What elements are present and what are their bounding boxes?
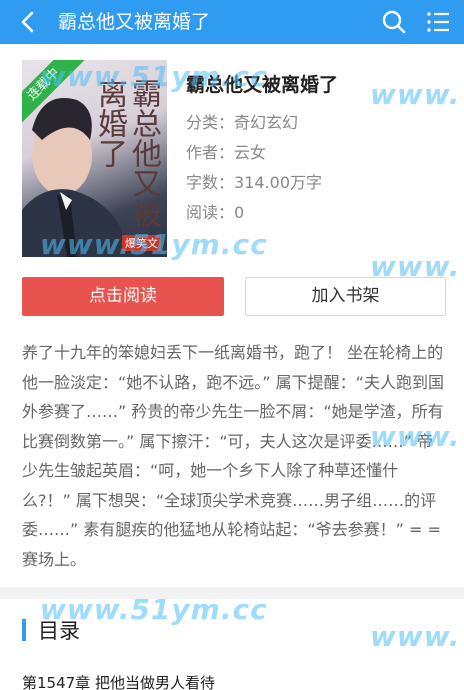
- book-category: 分类：奇幻玄幻: [186, 109, 298, 133]
- top-nav-bar: 霸总他又被离婚了: [0, 0, 464, 44]
- book-reads: 阅读：0: [186, 199, 244, 223]
- book-title: 霸总他又被离婚了: [186, 74, 339, 96]
- reads-label: 阅读：: [186, 203, 235, 222]
- toc-heading[interactable]: 目录: [38, 615, 80, 645]
- watermark: www.: [370, 78, 461, 111]
- section-divider: [0, 587, 464, 599]
- category-label: 分类：: [186, 113, 235, 132]
- category-value: 奇幻玄幻: [234, 113, 299, 132]
- chevron-left-icon[interactable]: [14, 8, 42, 36]
- search-icon[interactable]: [380, 8, 408, 36]
- words-label: 字数：: [186, 173, 235, 192]
- toc-accent-bar: [22, 619, 26, 641]
- add-to-shelf-button[interactable]: 加入书架: [245, 277, 446, 316]
- read-button[interactable]: 点击阅读: [22, 277, 224, 316]
- book-words: 字数：314.00万字: [186, 169, 322, 193]
- author-label: 作者：: [186, 143, 235, 162]
- watermark: www.: [370, 620, 461, 653]
- book-author: 作者：云女: [186, 139, 266, 163]
- book-cover[interactable]: 连载中 霸总他又被离婚了 爆笑文: [22, 60, 167, 257]
- chapter-link[interactable]: 第1547章 把他当做男人看待: [22, 672, 215, 690]
- list-menu-icon[interactable]: [424, 8, 452, 36]
- cover-publisher: 爆笑文: [122, 235, 161, 251]
- page-title: 霸总他又被离婚了: [58, 11, 211, 33]
- reads-value: 0: [234, 203, 245, 222]
- cover-title-art: 霸总他又被离婚了: [92, 78, 161, 228]
- author-value: 云女: [234, 143, 267, 162]
- book-description: 养了十九年的笨媳妇丢下一纸离婚书，跑了！ 坐在轮椅上的他一脸淡定：“她不认路，跑…: [22, 343, 444, 569]
- words-value: 314.00万字: [234, 173, 323, 192]
